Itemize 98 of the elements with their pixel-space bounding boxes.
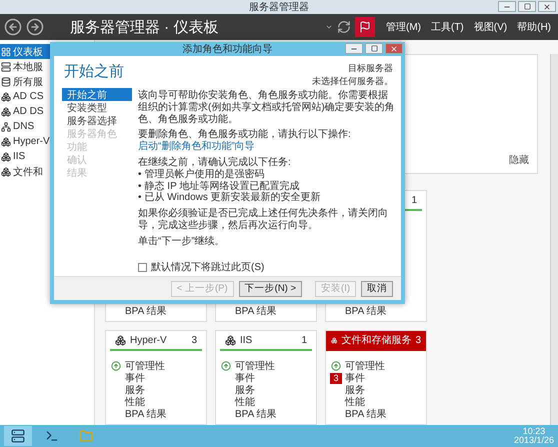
- scrollbar[interactable]: [550, 54, 558, 425]
- tile-count: 1: [301, 334, 307, 346]
- tile-title: IIS: [240, 334, 254, 346]
- clock-time: 10:23: [522, 427, 546, 436]
- maximize-button[interactable]: [518, 1, 536, 12]
- checkbox-label: 默认情况下将跳过此页(S): [151, 260, 264, 274]
- window-title: 服务器管理器: [249, 1, 309, 14]
- tile-count: 3: [191, 334, 197, 346]
- server-manager-taskbar-button[interactable]: [4, 426, 32, 446]
- back-icon[interactable]: [4, 18, 22, 36]
- tile-item[interactable]: BPA 结果: [235, 304, 276, 318]
- role-tile[interactable]: IIS 1 可管理性 事件 服务 性能 BPA 结果: [215, 330, 317, 425]
- tile-item[interactable]: 事件: [235, 371, 255, 385]
- bullet-item: 已从 Windows 更新安装最新的安全更新: [144, 192, 321, 204]
- bullet-mark: •: [138, 168, 142, 181]
- role-icon: [1, 152, 11, 162]
- paragraph: 该向导可帮助你安装角色、角色服务或功能。你需要根据组织的计算需求(例如共享文档或托管网站)确定要安装的角色、角色服务或功能。: [138, 90, 395, 126]
- paragraph: 如果你必须验证是否已完成上述任何先决条件，请关闭向导，完成这些步骤，然后再次运行向导。: [138, 208, 389, 232]
- tile-item[interactable]: BPA 结果: [125, 407, 166, 421]
- tile-item[interactable]: 服务: [345, 383, 365, 397]
- tile-item[interactable]: 服务: [125, 383, 145, 397]
- tile-item[interactable]: 事件: [125, 371, 145, 385]
- close-button[interactable]: [385, 43, 403, 54]
- tile-item[interactable]: 性能: [125, 395, 145, 409]
- servers-icon: [1, 76, 11, 86]
- checkbox[interactable]: [138, 262, 147, 272]
- paragraph: 要删除角色、角色服务或功能，请执行以下操作:: [138, 129, 352, 140]
- forward-icon[interactable]: [26, 18, 44, 36]
- menu-item[interactable]: 管理(M): [382, 20, 424, 34]
- role-icon: [225, 334, 236, 346]
- tile-item[interactable]: 事件: [345, 371, 365, 385]
- hide-link[interactable]: 隐藏: [509, 153, 529, 167]
- paragraph: 单击“下一步”继续。: [138, 236, 226, 248]
- maximize-button[interactable]: [365, 43, 383, 54]
- wizard-button[interactable]: 取消: [361, 280, 393, 296]
- server-icon: [11, 429, 25, 443]
- wizard-button[interactable]: 下一步(N) >: [238, 280, 302, 296]
- role-icon: [331, 334, 338, 346]
- role-icon: [1, 166, 11, 176]
- wizard-step[interactable]: 开始之前: [62, 88, 132, 101]
- folder-icon: [79, 429, 93, 443]
- dashboard-icon: [1, 46, 11, 56]
- wizard-step[interactable]: 服务器选择: [62, 114, 132, 127]
- wizard-step[interactable]: 安装类型: [62, 101, 132, 114]
- role-tile[interactable]: 文件和存储服务 3 可管理性 3 事件 服务 性能 BPA 结果: [325, 330, 427, 425]
- clock-date: 2013/1/26: [514, 436, 554, 445]
- status-up-icon: [221, 361, 231, 371]
- tile-title: Hyper-V: [130, 334, 168, 346]
- status-up-icon: [331, 361, 341, 371]
- menu-item[interactable]: 帮助(H): [514, 20, 554, 34]
- bullet-item: 静态 IP 地址等网络设置已配置完成: [144, 180, 300, 192]
- close-button[interactable]: [538, 1, 556, 12]
- menu-item[interactable]: 视图(V): [470, 20, 510, 34]
- close-icon: [390, 44, 398, 52]
- role-icon: [115, 334, 126, 346]
- notifications-button[interactable]: [354, 17, 375, 37]
- terminal-icon: [45, 429, 59, 443]
- minimize-button[interactable]: [345, 43, 363, 54]
- dropdown-icon[interactable]: [324, 23, 333, 31]
- bullet-mark: •: [138, 192, 142, 204]
- tile-item[interactable]: BPA 结果: [345, 407, 386, 421]
- tile-title: 文件和存储服务: [341, 334, 412, 347]
- paragraph: 在继续之前，请确认完成以下任务:: [138, 156, 292, 168]
- target-server-label: 目标服务器: [348, 62, 393, 75]
- tile-count: 1: [411, 194, 417, 206]
- bullet-item: 管理员帐户使用的是强密码: [144, 168, 265, 180]
- close-icon: [543, 2, 551, 10]
- maximize-icon: [370, 45, 378, 52]
- flag-icon: [358, 21, 371, 33]
- dialog-title: 添加角色和功能向导: [182, 42, 272, 56]
- remove-roles-link[interactable]: 启动“删除角色和功能”向导: [138, 141, 395, 153]
- tile-item[interactable]: BPA 结果: [235, 407, 276, 421]
- role-icon: [1, 136, 11, 146]
- role-tile[interactable]: Hyper-V 3 可管理性 事件 服务 性能 BPA 结果: [105, 330, 207, 425]
- tile-item[interactable]: 性能: [235, 395, 255, 409]
- tile-item[interactable]: 性能: [345, 395, 365, 409]
- tile-item[interactable]: 服务: [235, 383, 255, 397]
- tile-item[interactable]: 可管理性: [345, 359, 385, 373]
- tile-item[interactable]: 可管理性: [235, 359, 275, 373]
- server-icon: [1, 62, 11, 72]
- tile-count: 3: [415, 334, 421, 346]
- maximize-icon: [524, 3, 530, 10]
- role-icon: [1, 106, 11, 116]
- skip-page-checkbox[interactable]: 默认情况下将跳过此页(S): [138, 260, 395, 274]
- tile-item[interactable]: BPA 结果: [345, 304, 386, 318]
- menu-item[interactable]: 工具(T): [428, 20, 467, 34]
- minimize-button[interactable]: [498, 1, 516, 12]
- page-title: 服务器管理器 · 仪表板: [70, 18, 220, 36]
- refresh-icon[interactable]: [336, 20, 351, 34]
- role-icon: [1, 92, 11, 102]
- network-icon: [1, 122, 11, 132]
- status-up-icon: [111, 361, 121, 371]
- wizard-heading: 开始之前: [64, 62, 124, 81]
- tile-item[interactable]: 可管理性: [125, 359, 165, 373]
- bullet-mark: •: [138, 180, 142, 192]
- target-server-value: 未选择任何服务器。: [312, 75, 393, 88]
- tile-item[interactable]: BPA 结果: [125, 304, 166, 318]
- count-badge: 3: [330, 372, 342, 384]
